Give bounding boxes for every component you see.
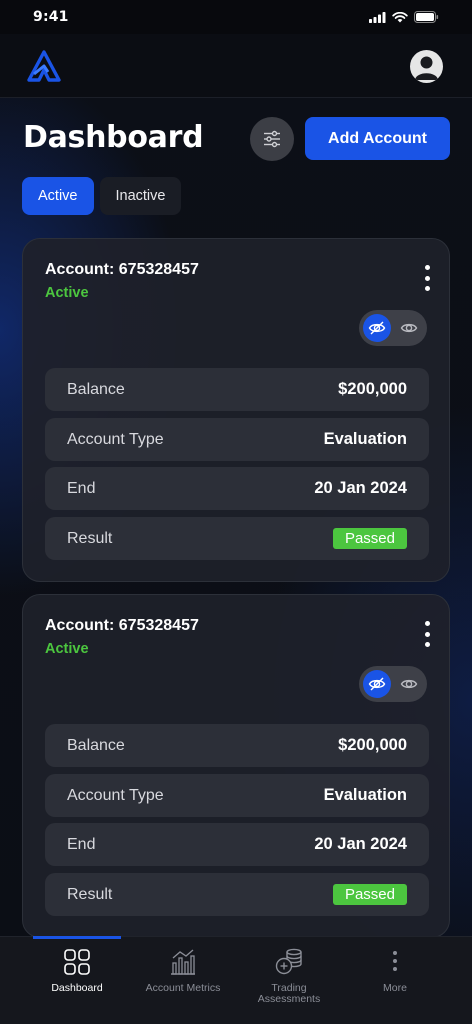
balance-value: $200,000: [338, 380, 407, 398]
kebab-icon[interactable]: [419, 621, 435, 647]
coins-icon: [275, 948, 302, 975]
balance-row: Balance $200,000: [45, 724, 429, 767]
nav-more[interactable]: More: [340, 947, 450, 994]
result-label: Result: [67, 885, 113, 903]
wifi-icon: [392, 11, 408, 22]
eye-off-icon: [363, 314, 391, 342]
eye-icon: [400, 679, 418, 689]
end-value: 20 Jan 2024: [314, 479, 407, 497]
nav-trading-assessments[interactable]: Trading Assessments: [234, 947, 344, 1005]
visibility-toggle[interactable]: [359, 310, 427, 346]
end-label: End: [67, 479, 96, 497]
bottom-nav: Dashboard Account Metrics Trading Assess…: [0, 936, 472, 1024]
account-card: Account: 675328457 Active Balance $200,0…: [22, 238, 450, 582]
result-row: Result Passed: [45, 517, 429, 560]
status-time: 9:41: [33, 9, 69, 25]
account-type-value: Evaluation: [323, 786, 407, 804]
filter-button[interactable]: [250, 117, 294, 161]
balance-value: $200,000: [338, 736, 407, 754]
avatar[interactable]: [410, 50, 443, 83]
status-icons: [369, 11, 439, 23]
kebab-icon[interactable]: [419, 265, 435, 291]
eye-off-icon: [363, 670, 391, 698]
eye-icon: [400, 323, 418, 333]
account-type-label: Account Type: [67, 786, 164, 804]
top-bar: [0, 34, 472, 98]
balance-label: Balance: [67, 736, 125, 754]
status-badge: Passed: [332, 884, 407, 905]
balance-label: Balance: [67, 380, 125, 398]
filter-icon: [264, 130, 280, 148]
result-row: Result Passed: [45, 873, 429, 916]
dashboard-grid-icon: [64, 949, 90, 975]
status-bar: 9:41: [0, 0, 472, 34]
logo-icon[interactable]: [27, 50, 61, 84]
result-label: Result: [67, 529, 113, 547]
visibility-toggle[interactable]: [359, 666, 427, 702]
tab-active[interactable]: Active: [22, 177, 94, 215]
account-type-label: Account Type: [67, 430, 164, 448]
nav-trading-assessments-label: Trading Assessments: [257, 982, 321, 1005]
end-label: End: [67, 835, 96, 853]
account-title: Account: 675328457: [45, 261, 199, 278]
nav-active-indicator: [33, 936, 121, 939]
status-tabs: Active Inactive: [22, 177, 182, 215]
nav-account-metrics-label: Account Metrics: [145, 982, 221, 994]
end-row: End 20 Jan 2024: [45, 823, 429, 866]
chart-icon: [171, 949, 195, 975]
battery-icon: [414, 11, 439, 23]
signal-icon: [369, 11, 386, 23]
more-icon: [393, 951, 397, 971]
nav-dashboard[interactable]: Dashboard: [22, 947, 132, 994]
balance-row: Balance $200,000: [45, 368, 429, 411]
end-row: End 20 Jan 2024: [45, 467, 429, 510]
nav-dashboard-label: Dashboard: [51, 982, 103, 994]
account-title: Account: 675328457: [45, 617, 199, 634]
account-type-row: Account Type Evaluation: [45, 418, 429, 461]
avatar-icon: [415, 56, 438, 80]
add-account-button[interactable]: Add Account: [305, 117, 450, 160]
nav-account-metrics[interactable]: Account Metrics: [128, 947, 238, 994]
page-title: Dashboard: [23, 120, 204, 155]
status-badge: Passed: [332, 528, 407, 549]
account-type-value: Evaluation: [323, 430, 407, 448]
account-type-row: Account Type Evaluation: [45, 774, 429, 817]
account-status: Active: [45, 641, 89, 657]
end-value: 20 Jan 2024: [314, 835, 407, 853]
tab-inactive[interactable]: Inactive: [99, 177, 182, 215]
account-card: Account: 675328457 Active Balance $200,0…: [22, 594, 450, 938]
account-status: Active: [45, 285, 89, 301]
nav-more-label: More: [383, 982, 407, 994]
